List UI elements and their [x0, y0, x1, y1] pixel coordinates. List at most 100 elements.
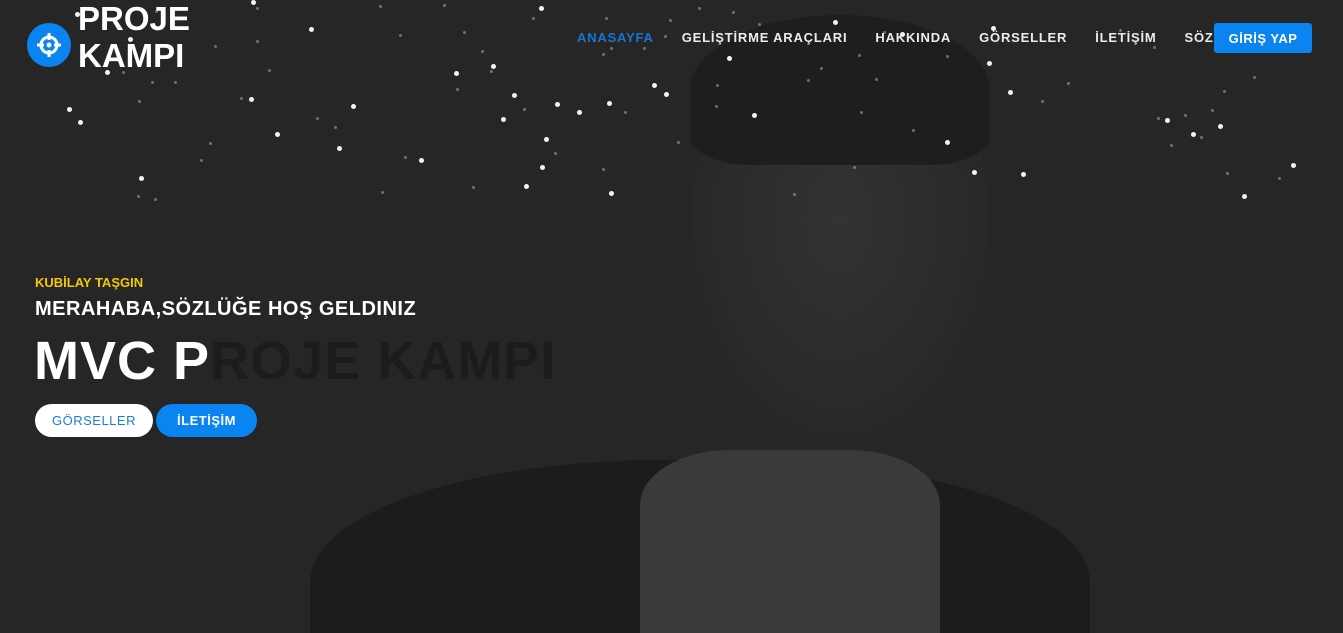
star — [66, 107, 72, 113]
star — [1210, 109, 1214, 113]
main-nav: ANASAYFA GELİŞTİRME ARAÇLARI HAKKINDA GÖ… — [577, 30, 1271, 45]
star — [945, 139, 951, 145]
star — [610, 46, 614, 50]
nav-anasayfa[interactable]: ANASAYFA — [577, 30, 654, 45]
star — [608, 191, 614, 197]
star — [77, 120, 83, 126]
star — [255, 40, 259, 44]
star — [1008, 90, 1014, 96]
star — [623, 110, 627, 114]
star — [651, 82, 657, 88]
star — [539, 165, 545, 171]
star — [1291, 162, 1297, 168]
star — [404, 156, 408, 160]
gorseller-button[interactable]: GÖRSELLER — [35, 404, 153, 437]
star — [698, 7, 702, 11]
brand-line-2: KAMPI — [78, 37, 185, 74]
star — [1200, 135, 1204, 139]
star — [858, 53, 862, 57]
star — [576, 110, 582, 116]
star — [668, 18, 672, 22]
star — [472, 186, 476, 190]
star — [833, 19, 839, 25]
star — [1253, 76, 1257, 80]
star — [539, 6, 545, 12]
login-button[interactable]: GİRİŞ YAP — [1214, 23, 1312, 53]
hero-title-typed: MVC P — [34, 331, 211, 391]
star — [793, 192, 797, 196]
star — [1153, 45, 1157, 49]
star — [1277, 177, 1281, 181]
star — [154, 198, 158, 202]
star — [1164, 117, 1170, 123]
star — [350, 104, 356, 110]
star — [602, 52, 606, 56]
star — [174, 80, 178, 84]
star — [642, 47, 646, 51]
star — [1190, 132, 1196, 138]
star — [138, 176, 144, 182]
star — [663, 91, 669, 97]
star — [399, 34, 403, 38]
star — [523, 184, 529, 190]
crosshair-icon — [27, 23, 71, 67]
star — [1184, 113, 1188, 117]
star — [381, 191, 385, 195]
star — [378, 4, 382, 8]
star — [1067, 82, 1071, 86]
star — [490, 70, 494, 73]
star — [859, 110, 863, 114]
star — [491, 64, 497, 70]
star — [604, 17, 608, 21]
star — [543, 137, 549, 143]
star — [418, 158, 424, 164]
star — [214, 44, 218, 48]
star — [255, 7, 259, 11]
iletisim-button[interactable]: İLETİŞİM — [156, 404, 257, 437]
nav-gorseller[interactable]: GÖRSELLER — [979, 30, 1067, 45]
star — [1169, 144, 1173, 148]
star — [1156, 117, 1160, 121]
star — [240, 96, 244, 100]
star — [480, 49, 484, 53]
star — [443, 4, 447, 8]
star — [268, 68, 272, 72]
star — [208, 141, 212, 145]
star — [250, 0, 256, 6]
star — [138, 99, 142, 103]
star — [819, 66, 823, 70]
nav-iletisim[interactable]: İLETİŞİM — [1095, 30, 1156, 45]
star — [455, 87, 459, 91]
star — [1041, 100, 1045, 104]
star — [757, 23, 761, 27]
star — [454, 71, 460, 77]
welcome-heading: MERAHABA,SÖZLÜĞE HOŞ GELDINIZ — [35, 298, 417, 320]
star — [462, 30, 466, 34]
star — [531, 17, 535, 21]
star — [1021, 171, 1027, 177]
star — [150, 80, 154, 84]
star — [336, 146, 342, 152]
star — [334, 125, 338, 129]
star — [853, 165, 856, 169]
star — [1226, 172, 1230, 176]
nav-gelistirme-araclari[interactable]: GELİŞTİRME ARAÇLARI — [682, 30, 848, 45]
brand-line-1: PROJE — [78, 0, 190, 37]
star — [676, 140, 680, 144]
hero-title-rest: ROJE KAMPI — [210, 331, 557, 391]
star — [601, 167, 605, 171]
star — [1242, 193, 1248, 199]
star — [315, 117, 319, 121]
star — [554, 151, 558, 155]
hero-title: MVC PROJE KAMPI — [34, 330, 556, 392]
person-photo-collar — [640, 450, 940, 633]
star — [1223, 89, 1227, 93]
star — [731, 10, 735, 14]
star — [607, 101, 613, 107]
brand-logo[interactable]: PROJE KAMPI — [27, 0, 190, 74]
star — [500, 117, 506, 123]
star — [512, 93, 518, 99]
nav-hakkinda[interactable]: HAKKINDA — [875, 30, 951, 45]
star — [727, 55, 733, 61]
star — [136, 194, 140, 198]
